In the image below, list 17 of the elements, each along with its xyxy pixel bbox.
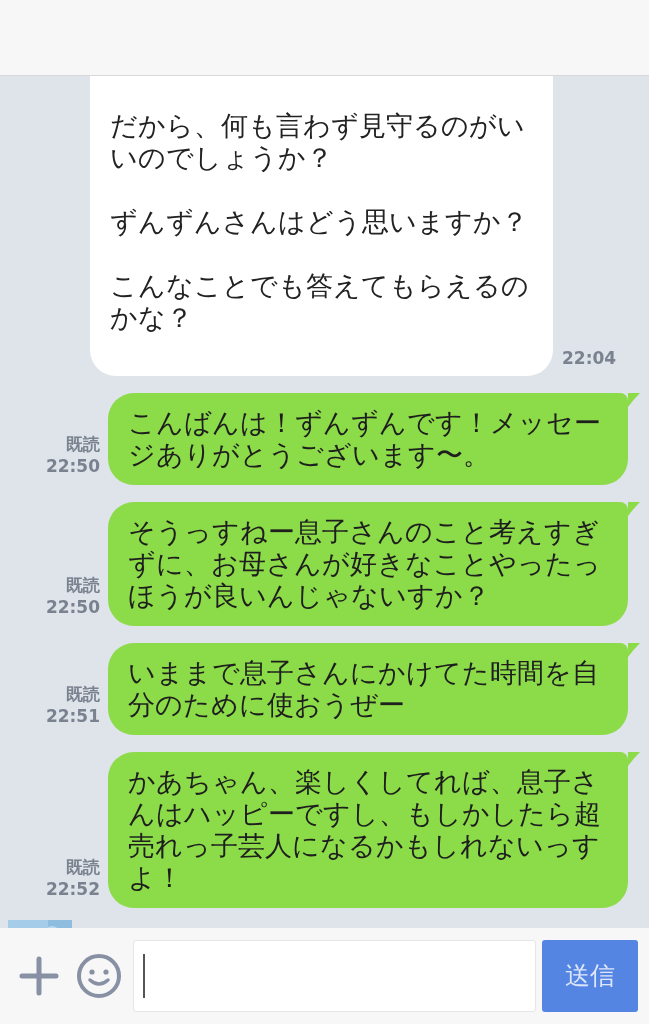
read-receipt: 既読 [66, 433, 100, 455]
message-bubble: そうっすねー息子さんのこと考えすぎずに、お母さんが好きなことやったっほうが良いんじゃないすか？ [108, 502, 628, 626]
message-time: 22:52 [45, 878, 100, 900]
message-paragraph: こんなことでも答えてもらえるのかな？ [110, 270, 530, 334]
message-paragraph: ずんずんさんはどう思いますか？ [110, 206, 529, 238]
read-receipt: 既読 [66, 856, 100, 878]
message-time: 22:50 [45, 596, 100, 618]
message-time: 22:50 [45, 455, 100, 477]
message-bubble: かあちゃん、楽しくしてれば、息子さんはハッピーですし、もしかしたら超売れっ子芸人になるかもしれないっすよ！ [108, 752, 628, 908]
message-time: 22:04 [562, 346, 617, 370]
message-bubble: こんばんは！ずんずんです！メッセージありがとうございます〜。 [108, 393, 628, 485]
message-paragraph: だから、何も言わず見守るのがいいのでしょうか？ [110, 110, 526, 174]
read-receipt: 既読 [66, 683, 100, 705]
read-receipt: 既読 [66, 574, 100, 596]
message-bubble: いままで息子さんにかけてた時間を自分のために使おうぜー [108, 643, 628, 735]
send-button[interactable]: 送信 [542, 940, 638, 1012]
message-time: 22:51 [45, 705, 100, 727]
